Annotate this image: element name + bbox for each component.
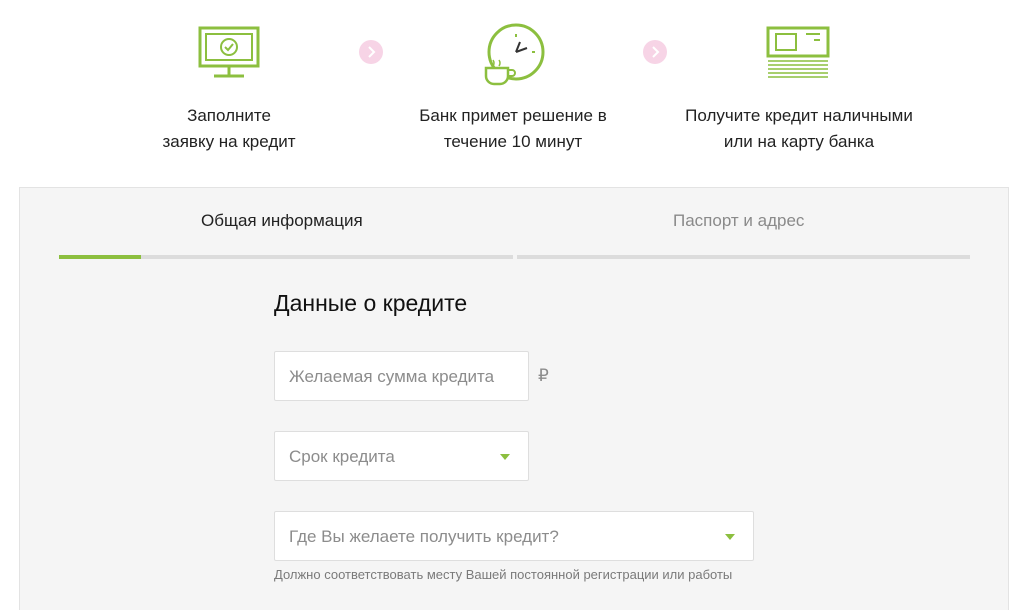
step-1-line-2: заявку на кредит bbox=[162, 132, 296, 151]
credit-place-select[interactable]: Где Вы желаете получить кредит? bbox=[274, 511, 754, 561]
tab-passport-address-bar bbox=[517, 255, 970, 259]
step-arrow-2 bbox=[643, 40, 667, 64]
step-2-line-2: течение 10 минут bbox=[443, 132, 583, 151]
step-1-line-1: Заполните bbox=[187, 106, 271, 125]
step-2-line-1: Банк примет решение в bbox=[419, 106, 607, 125]
section-title: Данные о кредите bbox=[274, 290, 468, 316]
step-3-line-1: Получите кредит наличными bbox=[685, 106, 913, 125]
credit-term-placeholder: Срок кредита bbox=[289, 447, 395, 466]
credit-place-hint: Должно соответствовать месту Вашей посто… bbox=[274, 567, 733, 582]
steps-row: Заполните заявку на кредит Банк примет р… bbox=[0, 0, 1031, 186]
tab-general-info[interactable]: Общая информация bbox=[201, 211, 363, 231]
form-progress-bar bbox=[59, 255, 141, 259]
chevron-right-icon bbox=[368, 46, 376, 58]
credit-amount-input[interactable]: Желаемая сумма кредита bbox=[274, 351, 529, 401]
credit-term-select[interactable]: Срок кредита bbox=[274, 431, 529, 481]
credit-place-placeholder: Где Вы желаете получить кредит? bbox=[289, 527, 559, 546]
cash-stack-icon bbox=[766, 22, 830, 87]
monitor-check-icon bbox=[198, 22, 262, 87]
credit-form-panel: Общая информация Паспорт и адрес Данные … bbox=[19, 187, 1009, 610]
chevron-down-icon bbox=[725, 534, 735, 540]
clock-coffee-icon bbox=[482, 22, 546, 91]
tab-passport-address[interactable]: Паспорт и адрес bbox=[673, 211, 804, 231]
chevron-right-icon bbox=[652, 46, 660, 58]
chevron-down-icon bbox=[500, 454, 510, 460]
step-3-line-2: или на карту банка bbox=[723, 132, 875, 151]
ruble-currency-label: ₽ bbox=[538, 366, 549, 385]
step-arrow-1 bbox=[359, 40, 383, 64]
credit-amount-placeholder: Желаемая сумма кредита bbox=[289, 367, 495, 386]
